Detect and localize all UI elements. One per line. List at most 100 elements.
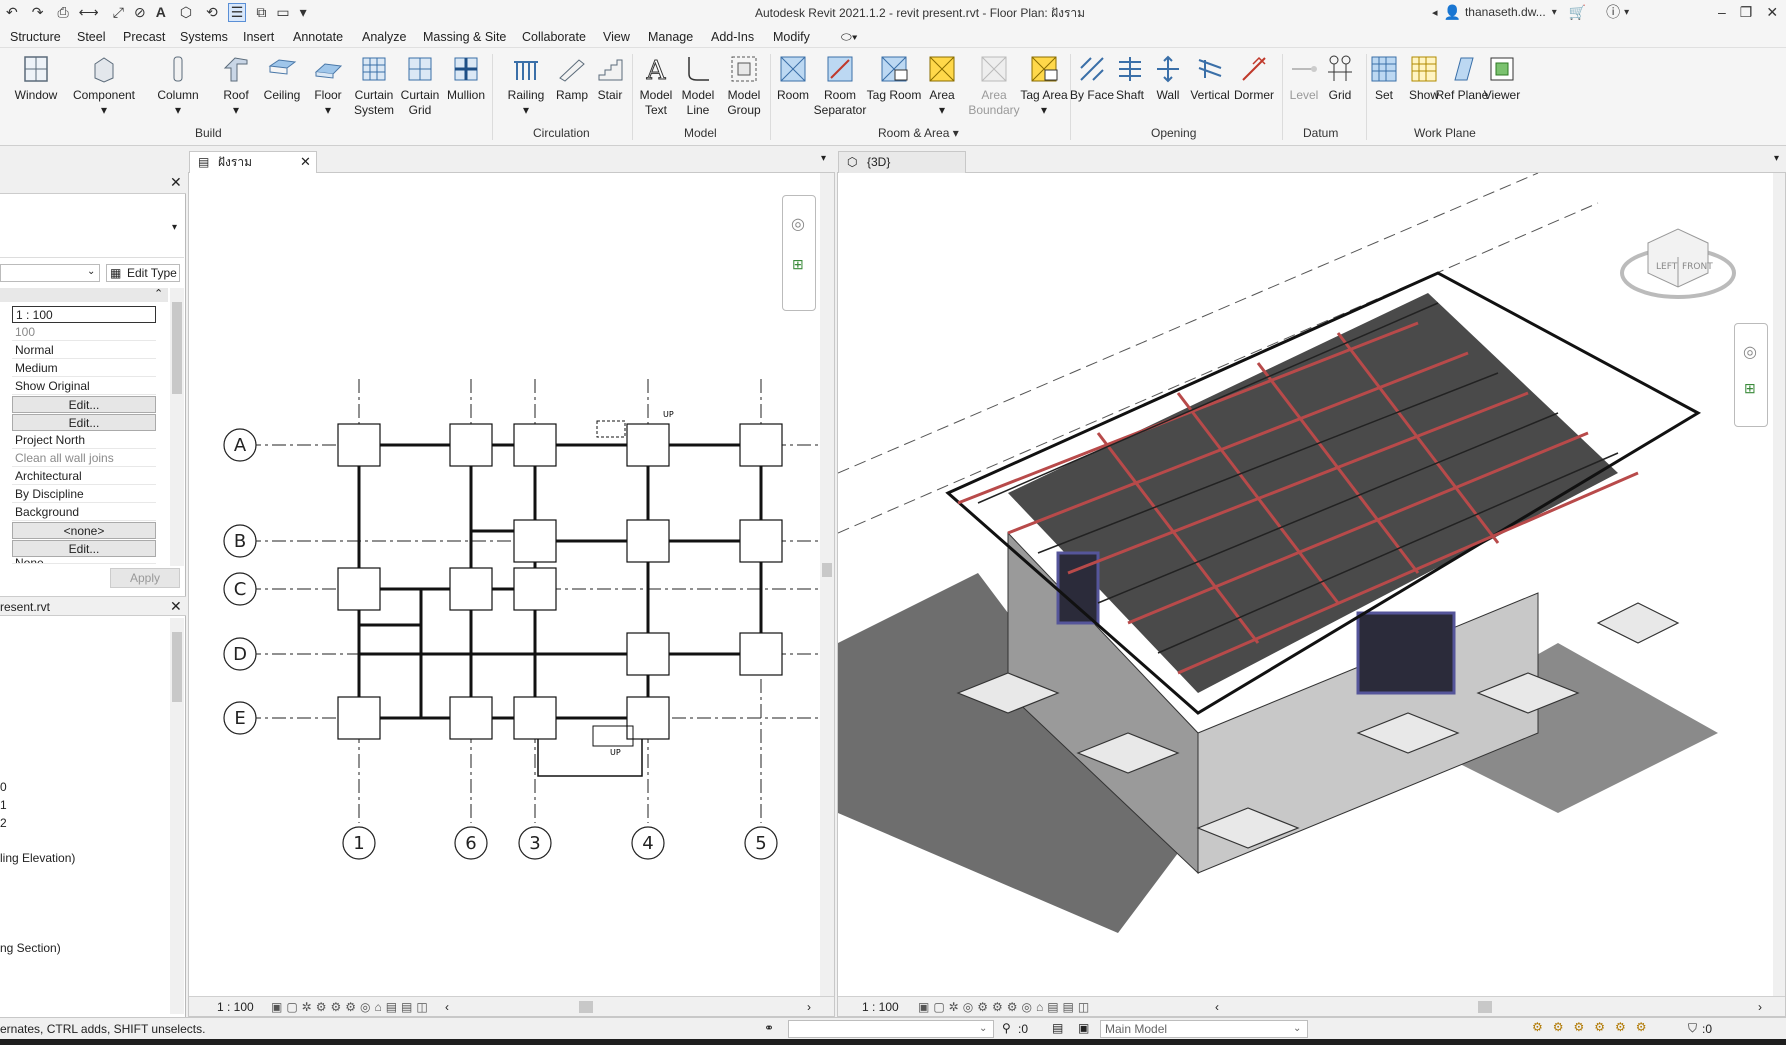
browser-scrollbar[interactable] (170, 618, 184, 1014)
chevron-down-icon[interactable]: ▾ (821, 153, 826, 164)
chevron-right-icon[interactable]: › (807, 997, 811, 1017)
property-underlay[interactable]: None (12, 558, 156, 564)
instance-filter-select[interactable]: ⌄ (0, 264, 100, 282)
browser-item[interactable]: 0 (0, 780, 7, 794)
chevron-right-icon[interactable]: › (1758, 997, 1762, 1017)
mullion-button[interactable]: Mullion (438, 54, 494, 103)
view-scale[interactable]: 1 : 100 (862, 997, 899, 1017)
viewcube[interactable]: LEFT FRONT (1620, 228, 1736, 299)
cart-icon[interactable]: 🛒 (1569, 4, 1586, 21)
area-button[interactable]: Area ▾ (914, 54, 970, 118)
design-options-icon[interactable]: ▤ (1052, 1021, 1063, 1035)
area-boundary-button[interactable]: Area Boundary (966, 54, 1022, 118)
tab-steel[interactable]: Steel (77, 30, 106, 44)
3d-model-drawing[interactable]: LEFT FRONT (838, 173, 1773, 996)
3d-horizontal-scrollbar[interactable] (1478, 1001, 1492, 1013)
property-display-model[interactable]: Normal (12, 342, 156, 359)
none-button[interactable]: <none> (12, 522, 156, 539)
tag-icon[interactable]: ⊘ (134, 4, 146, 21)
view-controls-icons[interactable]: ▣▢✲◎⚙⚙⚙◎⌂▤▤◫ (918, 997, 1093, 1017)
property-detail-level[interactable]: Medium (12, 360, 156, 377)
close-hidden-icon[interactable]: ⧉ (256, 4, 266, 21)
close-icon[interactable]: ✕ (170, 598, 182, 615)
browser-item[interactable]: 1 (0, 798, 7, 812)
chevron-down-icon[interactable]: ▾ (1624, 7, 1629, 18)
browser-item[interactable]: ling Elevation) (0, 851, 75, 865)
chevron-down-icon[interactable]: ▾ (1552, 7, 1557, 18)
close-icon[interactable]: ✕ (300, 152, 311, 172)
property-parts-visibility[interactable]: Show Original (12, 378, 156, 395)
selection-toggle-icons[interactable]: ⚙⚙⚙⚙⚙⚙ (1532, 1020, 1657, 1034)
properties-scrollbar[interactable] (170, 288, 184, 566)
viewer-button[interactable]: Viewer (1474, 54, 1530, 103)
close-icon[interactable]: ✕ (1766, 4, 1778, 21)
edit-type-button[interactable]: ▦ Edit Type (106, 264, 180, 282)
3d-view[interactable]: ⬡ {3D} ▾ LEFT FRONT ◎ ⊞ 1: 100 ▣▢✲◎⚙⚙⚙◎… (837, 151, 1786, 1017)
worksets-icon[interactable]: ⚭ (764, 1021, 774, 1035)
measure-icon[interactable]: ⟷ (79, 4, 99, 21)
zoom-icon[interactable]: ⊞ (792, 256, 804, 273)
chevron-left-icon[interactable]: ‹ (1215, 997, 1219, 1017)
dimension-icon[interactable]: ⤢ (113, 4, 124, 21)
section-icon[interactable]: ⟲ (206, 4, 218, 21)
tab-insert[interactable]: Insert (243, 30, 274, 44)
redo-icon[interactable]: ↷ (32, 4, 44, 21)
steering-wheel-icon[interactable]: ◎ (791, 214, 805, 234)
help-icon[interactable]: ⓘ (1606, 2, 1620, 22)
property-view-scale[interactable]: 1 : 100 (12, 306, 156, 323)
tab-3d[interactable]: ⬡ {3D} (838, 151, 966, 173)
floor-plan-view[interactable]: ▤ ฝังราม ✕ ▾ UP UP A B C D E 1 6 3 4 5 ◎… (188, 151, 835, 1017)
chevron-left-icon[interactable]: ‹ (445, 997, 449, 1017)
contextual-tab-icon[interactable]: ⬭▾ (841, 30, 858, 45)
filter-icon[interactable]: ⛉ (1688, 1021, 1697, 1036)
tab-massing-site[interactable]: Massing & Site (423, 30, 506, 44)
user-name[interactable]: thanaseth.dw... (1465, 5, 1546, 19)
customize-icon[interactable]: ▾ (300, 4, 307, 21)
type-selector[interactable]: ▾ (0, 196, 184, 258)
tab-modify[interactable]: Modify (773, 30, 810, 44)
column-button[interactable]: Column ▾ (150, 54, 206, 118)
minimize-icon[interactable]: – (1718, 4, 1726, 20)
tab-analyze[interactable]: Analyze (362, 30, 406, 44)
editing-requests-icon[interactable]: ⚲ (1002, 1021, 1011, 1035)
3d-vertical-scrollbar[interactable] (1773, 173, 1785, 996)
lock-icon[interactable]: ▣ (1078, 1021, 1089, 1035)
user-icon[interactable]: 👤 (1444, 4, 1461, 21)
dormer-button[interactable]: Dormer (1226, 54, 1282, 103)
component-button[interactable]: Component ▾ (72, 54, 136, 118)
plan-vertical-scrollbar[interactable] (820, 173, 834, 996)
model-group-button[interactable]: Model Group (716, 54, 772, 118)
view-controls-icons[interactable]: ▣▢✲⚙⚙⚙◎⌂▤▤◫ (271, 997, 432, 1017)
browser-item[interactable]: ng Section) (0, 941, 61, 955)
browser-item[interactable]: 2 (0, 816, 7, 830)
3d-view-icon[interactable]: ⬡ (180, 4, 192, 21)
chevron-left-icon[interactable]: ◂ (1432, 6, 1438, 19)
zoom-icon[interactable]: ⊞ (1744, 380, 1756, 397)
text-icon[interactable]: A (156, 4, 166, 20)
design-option-select[interactable]: Main Model ⌄ (1100, 1020, 1308, 1038)
edit-button[interactable]: Edit... (12, 396, 156, 413)
undo-icon[interactable]: ↶ (6, 4, 18, 21)
collapse-icon[interactable]: ⌃ (154, 287, 163, 300)
tab-floor-plan[interactable]: ▤ ฝังราม ✕ (189, 151, 317, 173)
restore-icon[interactable]: ❐ (1740, 4, 1753, 21)
workset-select[interactable]: ⌄ (788, 1020, 994, 1038)
property-show-hidden[interactable]: By Discipline (12, 486, 156, 503)
tab-precast[interactable]: Precast (123, 30, 165, 44)
apply-button[interactable]: Apply (110, 568, 180, 588)
tab-add-ins[interactable]: Add-Ins (711, 30, 754, 44)
edit-button[interactable]: Edit... (12, 540, 156, 557)
plan-horizontal-scrollbar[interactable] (579, 1001, 593, 1013)
window-button[interactable]: Window (8, 54, 64, 103)
tab-annotate[interactable]: Annotate (293, 30, 343, 44)
tab-view[interactable]: View (603, 30, 630, 44)
property-orientation[interactable]: Project North (12, 432, 156, 449)
tab-systems[interactable]: Systems (180, 30, 228, 44)
tab-collaborate[interactable]: Collaborate (522, 30, 586, 44)
thin-lines-icon[interactable]: ☰ (227, 2, 247, 22)
steering-wheel-icon[interactable]: ◎ (1743, 342, 1757, 362)
tab-structure[interactable]: Structure (10, 30, 61, 44)
room-separator-button[interactable]: Room Separator (812, 54, 868, 118)
property-discipline[interactable]: Architectural (12, 468, 156, 485)
chevron-down-icon[interactable]: ▾ (1774, 153, 1779, 164)
